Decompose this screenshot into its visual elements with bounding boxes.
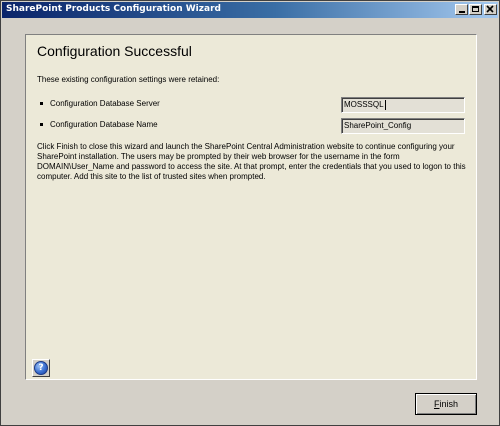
window-title: SharePoint Products Configuration Wizard	[6, 4, 221, 14]
close-icon	[485, 5, 496, 14]
instructions-text: Click Finish to close this wizard and la…	[37, 142, 466, 181]
setting-row-db-server: Configuration Database Server MOSSSQL	[37, 97, 467, 113]
finish-button[interactable]: Finish	[415, 393, 477, 415]
retained-settings-text: These existing configuration settings we…	[37, 75, 220, 84]
db-server-field[interactable]: MOSSSQL	[341, 97, 465, 113]
bullet-icon	[40, 102, 43, 105]
db-name-value: SharePoint_Config	[344, 121, 412, 130]
help-button[interactable]: ?	[32, 359, 50, 377]
minimize-icon	[456, 5, 467, 14]
maximize-icon	[470, 5, 481, 14]
page-title: Configuration Successful	[37, 43, 192, 59]
maximize-button[interactable]	[469, 4, 482, 15]
help-icon: ?	[34, 361, 48, 375]
title-bar[interactable]: SharePoint Products Configuration Wizard	[2, 2, 498, 18]
finish-label: inish	[439, 399, 458, 409]
content-panel: Configuration Successful These existing …	[25, 34, 477, 380]
wizard-window: SharePoint Products Configuration Wizard…	[0, 0, 500, 426]
text-caret	[384, 100, 386, 110]
setting-label-db-server: Configuration Database Server	[50, 99, 160, 108]
setting-row-db-name: Configuration Database Name SharePoint_C…	[37, 118, 467, 134]
setting-label-db-name: Configuration Database Name	[50, 120, 158, 129]
bullet-icon	[40, 123, 43, 126]
db-server-value: MOSSSQL	[344, 100, 384, 110]
close-button[interactable]	[484, 4, 497, 15]
minimize-button[interactable]	[455, 4, 468, 15]
db-name-field[interactable]: SharePoint_Config	[341, 118, 465, 134]
